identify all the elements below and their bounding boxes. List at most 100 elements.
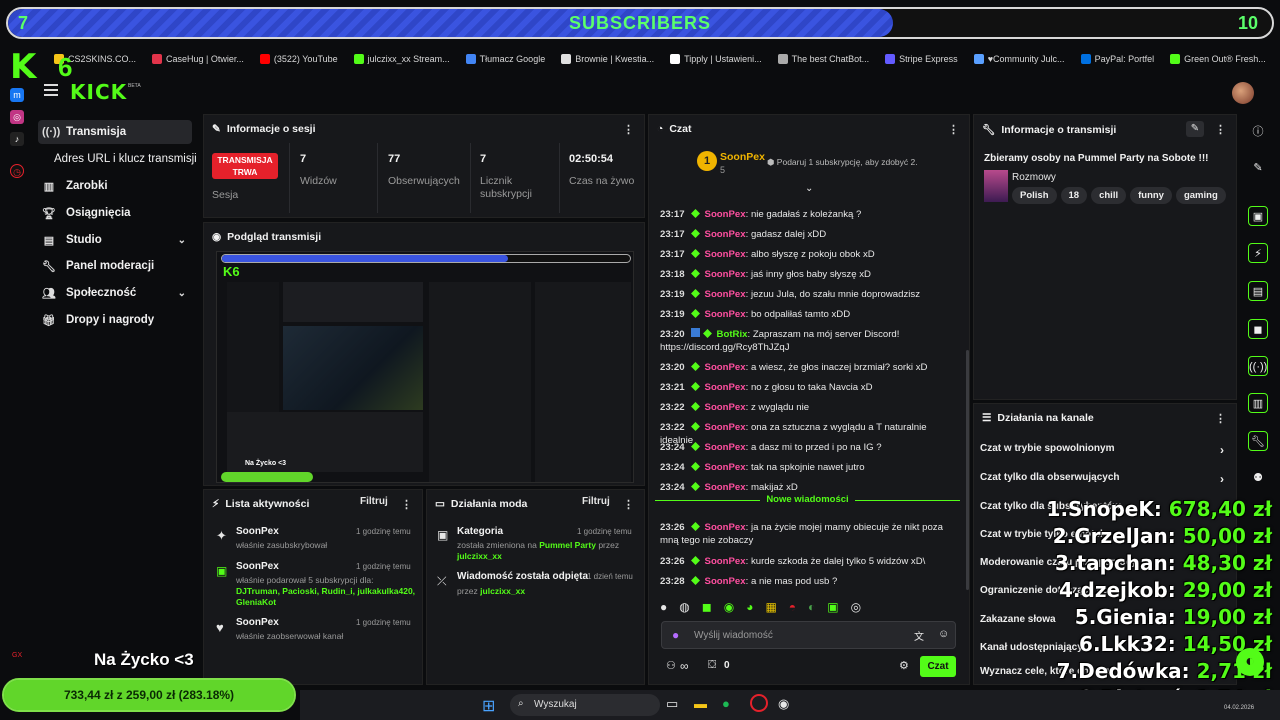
community-icon[interactable]: ⚉: [1248, 468, 1268, 488]
file-explorer-icon[interactable]: ▬: [694, 696, 707, 711]
nav-zarobki[interactable]: ▥ Zarobki: [38, 174, 192, 198]
filter-button[interactable]: Filtruj: [582, 496, 610, 507]
activity-user[interactable]: SoonPex: [236, 526, 279, 537]
messenger-icon[interactable]: m: [10, 88, 24, 102]
nav-studio[interactable]: ▤ Studio ⌄: [38, 228, 192, 252]
chat-username[interactable]: SoonPex: [705, 362, 746, 373]
nav-spolecznosc[interactable]: 👥︎ Społeczność ⌄: [38, 281, 192, 305]
tag-pill[interactable]: funny: [1130, 187, 1172, 204]
chat-username[interactable]: SoonPex: [705, 289, 746, 300]
emote-icon[interactable]: ◼: [702, 600, 712, 614]
nav-dropy[interactable]: 🎁︎ Dropy i nagrody: [38, 308, 192, 332]
camera-frame-icon[interactable]: ▣: [1248, 206, 1268, 226]
chat-username[interactable]: SoonPex: [705, 482, 746, 493]
nav-osiagniecia[interactable]: 🏆︎ Osiągnięcia: [38, 201, 192, 225]
gx-icon[interactable]: GX: [12, 652, 22, 659]
mod-user[interactable]: julczixx_xx: [480, 586, 525, 596]
bookmark-item[interactable]: The best ChatBot...: [770, 50, 878, 68]
bookmark-item[interactable]: Green Out® Fresh...: [1162, 50, 1274, 68]
chat-username[interactable]: SoonPex: [705, 576, 746, 587]
bookmark-item[interactable]: CaseHug | Otwier...: [144, 50, 252, 68]
more-options-icon[interactable]: ⋮: [623, 123, 634, 136]
tag-pill[interactable]: gaming: [1175, 187, 1226, 204]
bookmark-item[interactable]: Stripe Express: [877, 50, 966, 68]
nav-panel-moderacji[interactable]: 🔧︎ Panel moderacji: [38, 254, 192, 278]
emote-icon[interactable]: ●: [660, 600, 667, 614]
chat-username[interactable]: SoonPex: [705, 442, 746, 453]
bookmark-item[interactable]: julczixx_xx Stream...: [346, 50, 458, 68]
chat-username[interactable]: SoonPex: [705, 422, 746, 433]
chat-link[interactable]: https://discord.gg/Rcy8ThJZqJ: [660, 342, 790, 353]
mod-category[interactable]: Pummel Party: [539, 540, 596, 550]
microphone-icon[interactable]: ●: [672, 628, 679, 642]
task-view-icon[interactable]: ▭: [666, 696, 678, 712]
chat-icon[interactable]: ◼: [1248, 319, 1268, 339]
more-options-icon[interactable]: ⋮: [1215, 412, 1226, 425]
tag-pill[interactable]: 18: [1060, 187, 1088, 204]
emote-icon[interactable]: ◍: [679, 600, 689, 614]
points-icon[interactable]: ⚇: [666, 659, 676, 672]
wrench-icon[interactable]: 🔧︎: [1248, 431, 1268, 451]
bookmark-item[interactable]: Tłumacz Google: [458, 50, 554, 68]
more-options-icon[interactable]: ⋮: [948, 123, 959, 136]
instagram-icon[interactable]: ◎: [10, 110, 24, 124]
emote-icon[interactable]: ◕: [746, 600, 753, 614]
emote-icon[interactable]: ◉: [724, 600, 734, 614]
send-chat-button[interactable]: Czat: [920, 656, 956, 677]
chat-username[interactable]: BotRix: [717, 329, 748, 340]
history-icon[interactable]: ◷: [10, 164, 24, 178]
chat-scrollbar[interactable]: [966, 350, 969, 590]
emote-icon[interactable]: ◐: [808, 600, 815, 614]
chat-username[interactable]: SoonPex: [705, 209, 746, 220]
emote-icon[interactable]: ◎: [851, 600, 861, 614]
info-icon[interactable]: ⓘ: [1248, 122, 1268, 142]
bookmark-item[interactable]: Brownie | Kwestia...: [553, 50, 662, 68]
top-gifter-name[interactable]: SoonPex: [720, 151, 765, 163]
obs-icon[interactable]: ◉: [778, 696, 789, 712]
chat-username[interactable]: SoonPex: [705, 522, 746, 533]
opera-gx-icon[interactable]: [750, 694, 768, 712]
chat-username[interactable]: SoonPex: [705, 269, 746, 280]
category-name[interactable]: Rozmowy: [1012, 172, 1056, 183]
more-options-icon[interactable]: ⋮: [1215, 123, 1226, 136]
activity-user[interactable]: SoonPex: [236, 617, 279, 628]
channel-action-item[interactable]: Czat tylko dla obserwujących ›: [980, 472, 1230, 486]
chat-username[interactable]: SoonPex: [705, 249, 746, 260]
pinned-collapse-icon[interactable]: ⌄: [805, 183, 813, 194]
filter-button[interactable]: Filtruj: [360, 496, 388, 507]
chat-username[interactable]: SoonPex: [705, 382, 746, 393]
new-messages-divider[interactable]: Nowe wiadomości: [655, 494, 960, 514]
kick-logo[interactable]: KICK: [70, 80, 127, 104]
channel-action-item[interactable]: Czat w trybie spowolnionym ›: [980, 443, 1230, 457]
emote-icon[interactable]: ▣: [827, 600, 838, 614]
notes-icon[interactable]: ▤: [1248, 281, 1268, 301]
chat-username[interactable]: SoonPex: [705, 462, 746, 473]
emote-icon[interactable]: ▦: [765, 600, 776, 614]
gift-box-icon[interactable]: ⛋: [708, 659, 716, 672]
user-avatar[interactable]: [1232, 82, 1254, 104]
windows-start-icon[interactable]: ⊞: [482, 696, 495, 716]
taskbar-search[interactable]: ⌕ Wyszukaj: [510, 694, 660, 716]
settings-gear-icon[interactable]: ⚙︎: [899, 659, 909, 672]
gift-prompt[interactable]: ⬢ Podaruj 1 subskrypcję, aby zdobyć 2.: [767, 157, 918, 168]
emoji-icon[interactable]: ☺: [938, 628, 949, 640]
pencil-icon[interactable]: ✎: [1248, 158, 1268, 178]
chat-username[interactable]: SoonPex: [705, 556, 746, 567]
stream-preview-video[interactable]: K6 Na Życko <3: [216, 251, 634, 483]
tag-pill[interactable]: Polish: [1012, 187, 1057, 204]
mod-user[interactable]: julczixx_xx: [457, 551, 502, 561]
nav-url-key[interactable]: Adres URL i klucz transmisji: [50, 147, 200, 171]
tag-pill[interactable]: chill: [1091, 187, 1127, 204]
category-thumbnail[interactable]: [984, 170, 1008, 202]
activity-user[interactable]: SoonPex: [236, 561, 279, 572]
emote-icon[interactable]: ◓: [789, 600, 796, 614]
chat-username[interactable]: SoonPex: [705, 402, 746, 413]
nav-transmisja[interactable]: ((·)) Transmisja: [38, 120, 192, 144]
hamburger-menu-icon[interactable]: [44, 84, 58, 96]
chat-username[interactable]: SoonPex: [705, 309, 746, 320]
lightning-icon[interactable]: ⚡︎: [1248, 243, 1268, 263]
activity-gift-names[interactable]: DJTruman, Pacioski, Rudin_i, julkakulka4…: [236, 586, 420, 608]
chat-username[interactable]: SoonPex: [705, 229, 746, 240]
bookmark-item[interactable]: PayPal: Portfel: [1073, 50, 1163, 68]
translate-icon[interactable]: 文: [914, 628, 924, 643]
